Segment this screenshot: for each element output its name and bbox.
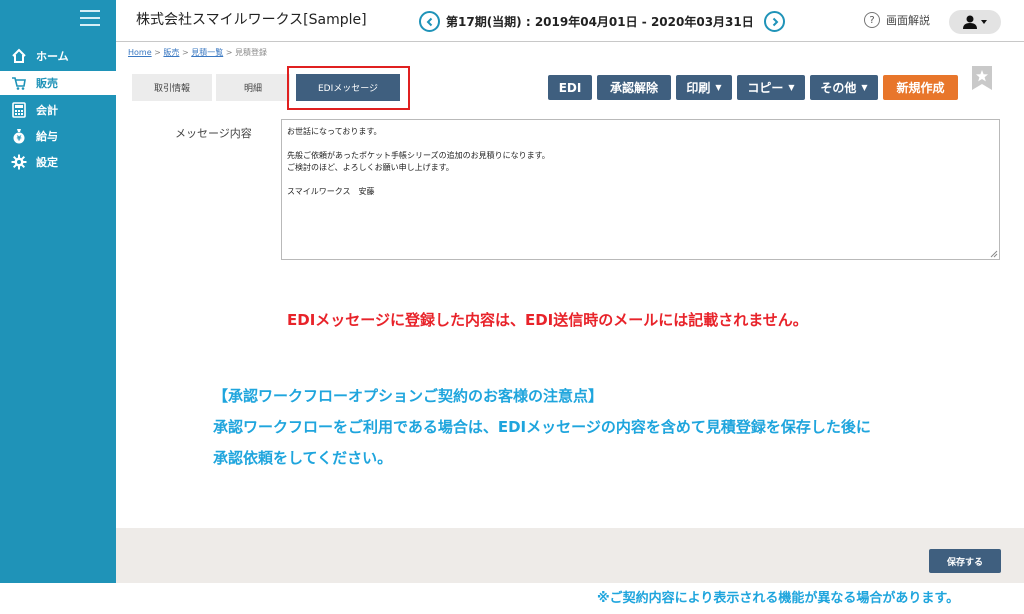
highlight-frame xyxy=(287,66,410,110)
sidebar-item-accounting[interactable]: 会計 xyxy=(0,98,116,122)
sidebar-item-label: ホーム xyxy=(36,50,69,63)
caret-down-icon: ▼ xyxy=(715,83,722,92)
save-button[interactable]: 保存する xyxy=(929,549,1001,573)
workflow-notice-line2: 承認依頼をしてください。 xyxy=(213,449,393,467)
sidebar-item-label: 給与 xyxy=(36,130,58,143)
next-period-button[interactable] xyxy=(764,11,785,32)
home-icon xyxy=(10,47,28,65)
breadcrumb: Home > 販売 > 見積一覧 > 見積登録 xyxy=(128,48,268,57)
fiscal-period: 第17期(当期) : 2019年04月01日 - 2020年03月31日 xyxy=(446,15,754,29)
sidebar-item-home[interactable]: ホーム xyxy=(0,44,116,68)
company-name: 株式会社スマイルワークス[Sample] xyxy=(136,12,367,28)
sidebar-item-sales[interactable]: 販売 xyxy=(0,71,116,95)
top-header: 株式会社スマイルワークス[Sample] 第17期(当期) : 2019年04月… xyxy=(116,0,1024,42)
sidebar-item-settings[interactable]: 設定 xyxy=(0,150,116,174)
workflow-notice-title: 【承認ワークフローオプションご契約のお客様の注意点】 xyxy=(213,387,604,405)
help-label: 画面解説 xyxy=(886,14,930,27)
question-icon: ? xyxy=(864,12,880,28)
sidebar: ホーム 販売 会計 ¥ 給与 設定 xyxy=(0,0,116,583)
unapprove-button[interactable]: 承認解除 xyxy=(597,75,671,100)
menu-toggle-icon[interactable] xyxy=(80,10,100,26)
edi-notice: EDIメッセージに登録した内容は、EDI送信時のメールには記載されません。 xyxy=(287,311,808,329)
sidebar-item-label: 設定 xyxy=(36,156,58,169)
caret-down-icon: ▼ xyxy=(788,83,795,92)
screen-help-link[interactable]: ? 画面解説 xyxy=(864,12,930,28)
breadcrumb-home[interactable]: Home xyxy=(128,48,152,57)
user-icon xyxy=(963,15,987,29)
gear-icon xyxy=(10,153,28,171)
other-button[interactable]: その他 ▼ xyxy=(810,75,878,100)
breadcrumb-current: 見積登録 xyxy=(235,48,268,57)
caret-down-icon: ▼ xyxy=(861,83,868,92)
message-label: メッセージ内容 xyxy=(175,127,252,140)
workflow-notice-line1: 承認ワークフローをご利用である場合は、EDIメッセージの内容を含めて見積登録を保… xyxy=(213,418,871,436)
tab-details[interactable]: 明細 xyxy=(216,74,290,101)
breadcrumb-sales[interactable]: 販売 xyxy=(163,48,179,57)
contract-note: ※ご契約内容により表示される機能が異なる場合があります。 xyxy=(597,591,960,606)
chevron-left-icon xyxy=(426,17,432,26)
tab-transaction-info[interactable]: 取引情報 xyxy=(132,74,212,101)
chevron-right-icon xyxy=(772,17,778,26)
calculator-icon xyxy=(10,101,28,119)
sidebar-item-label: 会計 xyxy=(36,104,58,117)
breadcrumb-estimate-list[interactable]: 見積一覧 xyxy=(191,48,223,57)
sidebar-item-payroll[interactable]: ¥ 給与 xyxy=(0,124,116,148)
svg-text:¥: ¥ xyxy=(17,135,22,143)
moneybag-icon: ¥ xyxy=(10,127,28,145)
print-button[interactable]: 印刷 ▼ xyxy=(676,75,732,100)
sidebar-item-label: 販売 xyxy=(36,77,58,90)
cart-icon xyxy=(10,74,28,92)
resize-grip-icon[interactable] xyxy=(990,250,998,258)
user-menu-button[interactable] xyxy=(949,10,1001,34)
bookmark-star-icon[interactable] xyxy=(971,66,993,90)
prev-period-button[interactable] xyxy=(419,11,440,32)
footer-bar xyxy=(116,528,1024,583)
app-window: ホーム 販売 会計 ¥ 給与 設定 株式会社スマイルワークス[Sample] 第… xyxy=(0,0,1024,614)
copy-button[interactable]: コピー ▼ xyxy=(737,75,805,100)
new-button[interactable]: 新規作成 xyxy=(883,75,958,100)
message-textarea[interactable]: お世話になっております。 先般ご依頼があったポケット手帳シリーズの追加のお見積り… xyxy=(281,119,1000,260)
edi-button[interactable]: EDI xyxy=(548,75,592,100)
